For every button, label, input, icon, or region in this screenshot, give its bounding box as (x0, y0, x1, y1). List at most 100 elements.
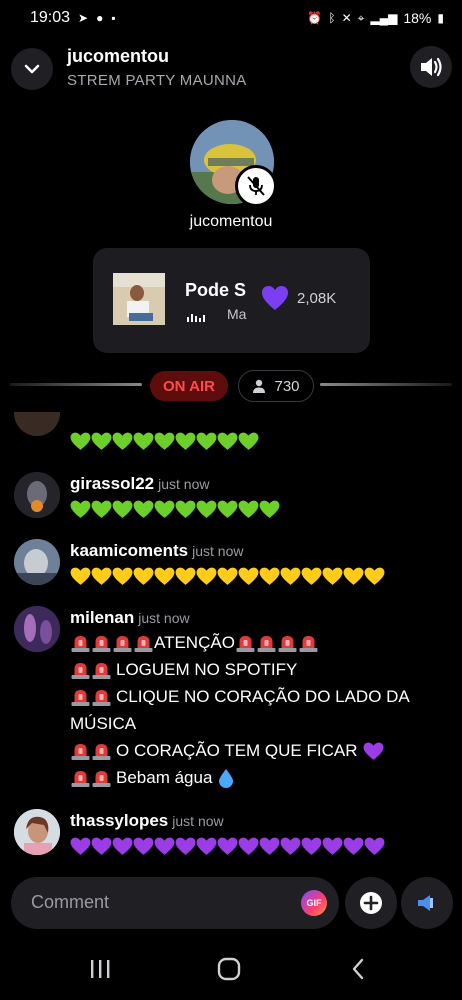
avatar[interactable] (14, 412, 60, 436)
chat-line (70, 432, 259, 451)
message-icon: ▪ (111, 11, 116, 25)
viewer-count-button[interactable]: 730 (238, 370, 314, 402)
chat-time: just now (172, 813, 224, 829)
like-count: 2,08K (297, 290, 337, 307)
heart-like-icon[interactable] (261, 285, 289, 311)
chat-username[interactable]: thassylopes just now (70, 811, 224, 831)
megaphone-icon (418, 895, 433, 911)
siren-emoji (277, 633, 298, 653)
divider-left (10, 383, 142, 386)
chat-time: just now (138, 610, 190, 626)
chat-username[interactable]: girassol22 just now (70, 474, 209, 494)
chat-text: MÚSICA (70, 714, 137, 733)
recent-apps-icon (91, 960, 110, 978)
battery-icon: ▮ (437, 11, 444, 25)
avatar[interactable] (14, 809, 60, 855)
chat-line: Bebam água (70, 768, 234, 788)
song-title: Pode S (185, 280, 247, 300)
bluetooth-icon: ᛒ (328, 11, 336, 25)
siren-emoji (133, 633, 154, 653)
siren-emoji (91, 633, 112, 653)
green-hearts (70, 500, 280, 519)
song-artist: Ma (227, 306, 247, 322)
speaker-icon (421, 57, 442, 77)
avatar[interactable] (14, 539, 60, 585)
mic-off-icon (247, 176, 265, 196)
room-host-title: jucomentou (67, 46, 169, 66)
status-bar: 19:03 ➤ ● ▪ ⏰ ᛒ ✕ ⌖ ▂▄▆ 18% ▮ (0, 0, 462, 36)
siren-emoji (91, 768, 112, 788)
siren-emoji (91, 687, 112, 707)
siren-emoji (235, 633, 256, 653)
siren-emoji (70, 741, 91, 761)
chevron-down-icon (24, 64, 40, 74)
siren-emoji (70, 633, 91, 653)
equalizer-icon (187, 314, 205, 322)
divider-right (320, 383, 452, 386)
speaker-toggle-button[interactable] (410, 46, 452, 88)
person-icon (253, 379, 266, 393)
signal-icon: ▂▄▆ (370, 11, 398, 25)
chat-line (70, 567, 385, 586)
viewer-count: 730 (274, 377, 300, 395)
home-icon (217, 957, 241, 981)
collapse-button[interactable] (11, 48, 53, 90)
chat-line (70, 837, 385, 856)
speak-button[interactable] (401, 877, 453, 929)
status-time: 19:03 (30, 9, 71, 26)
comment-placeholder: Comment (31, 892, 110, 912)
notification-icon: ● (96, 11, 104, 25)
purple-heart-emoji (363, 742, 384, 761)
room-name: STREM PARTY MAUNNA (67, 72, 247, 89)
mic-off-badge (235, 165, 277, 207)
chat-text: CLIQUE NO CORAÇÃO DO LADO DA (116, 687, 410, 706)
comment-input[interactable]: Comment GIF (11, 877, 339, 929)
chat-text: O CORAÇÃO TEM QUE FICAR (116, 741, 358, 760)
chat-line: MÚSICA (70, 714, 136, 734)
chat-line: CLIQUE NO CORAÇÃO DO LADO DA (70, 687, 410, 707)
back-button[interactable] (338, 954, 378, 984)
purple-hearts (70, 837, 385, 856)
chat-line (70, 500, 280, 519)
siren-emoji (112, 633, 133, 653)
chat-line: LOGUEM NO SPOTIFY (70, 660, 297, 680)
chat-time: just now (158, 476, 210, 492)
telegram-icon: ➤ (78, 11, 89, 25)
siren-emoji (70, 687, 91, 707)
droplet-emoji (219, 769, 234, 788)
plus-icon (360, 892, 382, 914)
avatar[interactable] (14, 606, 60, 652)
back-icon (352, 958, 364, 980)
chat-text: Bebam água (116, 768, 213, 787)
siren-emoji (91, 741, 112, 761)
recent-apps-button[interactable] (80, 954, 120, 984)
chat-line: O CORAÇÃO TEM QUE FICAR (70, 741, 384, 761)
chat-text: LOGUEM NO SPOTIFY (116, 660, 298, 679)
chat-username[interactable]: kaamicoments just now (70, 541, 243, 561)
chat-line: ATENÇÃO (70, 633, 319, 653)
now-playing-card[interactable]: Pode S Ma 2,08K (93, 248, 370, 353)
alarm-icon: ⏰ (307, 11, 323, 25)
green-hearts (70, 432, 259, 451)
siren-emoji (70, 768, 91, 788)
chat-text: ATENÇÃO (154, 633, 235, 652)
system-nav-bar (0, 940, 462, 1000)
siren-emoji (298, 633, 319, 653)
mute-icon: ✕ (341, 11, 352, 25)
room-header: jucomentou STREM PARTY MAUNNA (0, 44, 462, 100)
yellow-hearts (70, 567, 385, 586)
host-name: jucomentou (189, 213, 273, 230)
album-cover (113, 273, 165, 325)
home-button[interactable] (209, 954, 249, 984)
chat-feed[interactable]: girassol22 just now kaamicoments just now … (0, 412, 462, 867)
siren-emoji (91, 660, 112, 680)
on-air-badge: ON AIR (150, 371, 228, 401)
chat-username[interactable]: milenan just now (70, 608, 190, 628)
location-icon: ⌖ (357, 11, 365, 25)
battery-level: 18% (403, 10, 432, 26)
siren-emoji (70, 660, 91, 680)
siren-emoji (256, 633, 277, 653)
avatar[interactable] (14, 472, 60, 518)
gif-button[interactable]: GIF (301, 890, 327, 916)
add-button[interactable] (345, 877, 397, 929)
